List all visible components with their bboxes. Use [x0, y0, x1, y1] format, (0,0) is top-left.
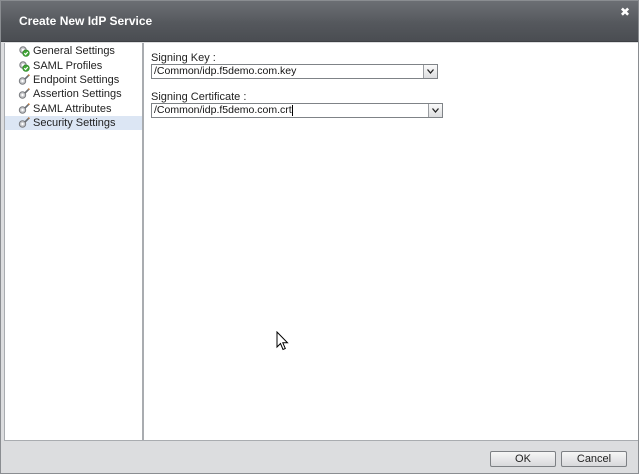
security-settings-panel: Signing Key : /Common/idp.f5demo.com.key… — [143, 43, 638, 441]
cancel-button[interactable]: Cancel — [561, 451, 627, 467]
sidebar-item-label: SAML Attributes — [33, 103, 112, 115]
dialog-title: Create New IdP Service — [19, 14, 153, 28]
gear-edit-icon — [18, 103, 30, 115]
signing-certificate-value: /Common/idp.f5demo.com.crt — [152, 104, 428, 117]
sidebar-item-label: Assertion Settings — [33, 88, 122, 100]
sidebar-item-label: SAML Profiles — [33, 60, 103, 72]
signing-certificate-label: Signing Certificate : — [151, 91, 247, 103]
ok-button[interactable]: OK — [490, 451, 556, 467]
signing-key-value: /Common/idp.f5demo.com.key — [154, 65, 297, 77]
signing-certificate-text: /Common/idp.f5demo.com.crt — [154, 104, 292, 116]
gear-check-icon — [18, 45, 30, 57]
gear-edit-icon — [18, 88, 30, 100]
sidebar-item-saml-profiles[interactable]: SAML Profiles — [5, 59, 142, 73]
gear-edit-icon — [18, 117, 30, 129]
signing-certificate-select[interactable]: /Common/idp.f5demo.com.crt — [151, 103, 443, 118]
text-caret — [291, 104, 293, 116]
dialog-footer: OK Cancel — [1, 442, 638, 473]
sidebar-item-label: General Settings — [33, 45, 115, 57]
mouse-pointer-icon — [276, 330, 290, 354]
signing-key-label: Signing Key : — [151, 52, 216, 64]
settings-nav: General Settings SAML Profiles Endpoint … — [4, 43, 143, 441]
gear-edit-icon — [18, 74, 30, 86]
sidebar-item-label: Endpoint Settings — [33, 74, 120, 86]
sidebar-item-label: Security Settings — [33, 117, 116, 129]
chevron-down-icon[interactable] — [423, 65, 437, 78]
gear-check-icon — [18, 60, 30, 72]
sidebar-item-saml-attributes[interactable]: SAML Attributes — [5, 102, 142, 116]
sidebar-item-endpoint-settings[interactable]: Endpoint Settings — [5, 73, 142, 87]
signing-key-select[interactable]: /Common/idp.f5demo.com.key — [151, 64, 438, 79]
create-idp-service-dialog: Create New IdP Service ✖ General Setting… — [0, 0, 639, 474]
chevron-down-icon[interactable] — [428, 104, 442, 117]
sidebar-item-security-settings[interactable]: Security Settings — [5, 116, 142, 130]
dialog-titlebar[interactable]: Create New IdP Service ✖ — [1, 1, 638, 42]
sidebar-item-general-settings[interactable]: General Settings — [5, 44, 142, 58]
sidebar-item-assertion-settings[interactable]: Assertion Settings — [5, 87, 142, 101]
close-icon[interactable]: ✖ — [620, 5, 630, 19]
